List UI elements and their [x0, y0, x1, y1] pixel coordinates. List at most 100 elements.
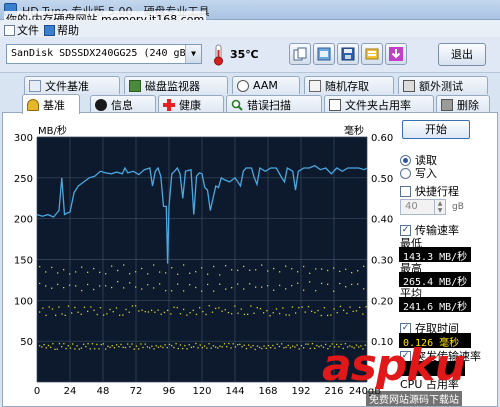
access-time-dot [171, 267, 173, 269]
access-time-dot [219, 283, 221, 285]
access-time-dot [207, 283, 209, 286]
tab-benchmark[interactable]: 基准 [22, 94, 80, 114]
y2-tick-label: 0.40 [371, 215, 393, 226]
access-time-dot [199, 344, 201, 346]
short-stroke-stepper[interactable]: 40 ▲ ▼ [400, 199, 446, 215]
access-time-dot [123, 287, 125, 289]
access-time-dot [141, 288, 143, 290]
transfer-rate-check[interactable]: ✓ [400, 224, 411, 236]
access-time-dot [131, 343, 133, 345]
y-axis-ticks: 50 100 150 200 250 300 [14, 133, 33, 348]
y2-tick-label: 0.60 [371, 133, 393, 144]
short-stroke-check[interactable] [400, 185, 411, 197]
access-time-dot [159, 271, 161, 273]
access-time-dot [183, 308, 185, 311]
access-time-dot [282, 307, 284, 309]
access-time-dot [129, 282, 131, 284]
access-time-dot [309, 281, 311, 283]
access-time-dot [259, 346, 261, 349]
access-time-dot [42, 307, 44, 309]
access-time-dot [315, 268, 317, 270]
access-time-dot [252, 344, 254, 347]
access-time-dot [201, 290, 203, 292]
access-time-dot [248, 344, 250, 346]
access-time-dot [175, 343, 177, 345]
y2-tick-label: 0.50 [371, 174, 393, 185]
access-time-dot [321, 268, 323, 270]
access-time-dot [320, 314, 322, 317]
access-time-dot [186, 314, 188, 316]
access-time-dot [71, 312, 73, 314]
read-radio-dot[interactable] [400, 154, 411, 166]
access-time-dot [291, 306, 294, 308]
access-time-dot [87, 283, 89, 286]
access-time-dot [43, 343, 45, 346]
access-time-check[interactable]: ✓ [400, 322, 411, 334]
access-time-dot [339, 270, 341, 273]
access-time-dot [228, 342, 230, 345]
access-time-dot [183, 264, 185, 266]
access-time-dot [64, 314, 66, 316]
access-time-dot [149, 347, 151, 349]
access-time-dot [57, 272, 59, 274]
write-radio-dot[interactable] [400, 167, 411, 179]
access-time-dot [129, 346, 131, 348]
access-time-dot [199, 307, 201, 309]
access-time-dot [93, 309, 95, 311]
access-time-dot [363, 265, 365, 268]
stepper-arrows-icon[interactable]: ▲ ▼ [434, 200, 445, 214]
access-time-dot [225, 265, 227, 267]
access-time-dot [160, 345, 162, 347]
access-time-dot [142, 346, 144, 349]
access-time-dot [111, 286, 113, 289]
access-time-dot [192, 309, 194, 312]
access-time-dot [78, 348, 80, 350]
access-time-dot [275, 308, 278, 310]
access-time-dot [301, 306, 303, 308]
access-time-dot [321, 282, 323, 285]
access-time-dot [167, 309, 169, 312]
access-time-dot [333, 267, 335, 269]
access-time-dot [297, 282, 299, 284]
access-time-dot [113, 347, 116, 349]
access-time-dot [245, 347, 248, 350]
access-time-dot [115, 307, 118, 309]
access-time-dot [81, 266, 83, 268]
access-time-dot [288, 314, 290, 316]
access-time-dot [74, 348, 76, 350]
access-time-dot [141, 267, 143, 270]
access-time-dot [297, 271, 299, 273]
access-time-dot [39, 266, 41, 268]
y-axis-unit: MB/秒 [38, 124, 67, 137]
access-time-dot [109, 308, 111, 311]
access-time-dot [99, 271, 101, 273]
access-time-dot [287, 344, 289, 347]
access-time-dot [327, 283, 329, 286]
access-time-dot [117, 269, 119, 272]
access-time-dot [202, 310, 204, 313]
access-time-dot [285, 346, 287, 348]
access-time-dot [87, 271, 89, 273]
access-time-dot [276, 343, 278, 345]
access-time-dot [267, 344, 270, 347]
access-time-dot [111, 345, 113, 347]
access-time-dot [140, 343, 142, 345]
access-time-dot [304, 311, 306, 313]
access-time-dot [135, 271, 137, 273]
access-time-dot [349, 306, 351, 308]
start-button[interactable]: 开始 [402, 120, 470, 139]
access-time-dot [69, 347, 72, 349]
short-stroke-checkbox[interactable]: 快捷行程 [400, 183, 459, 199]
x-tick-label: 192 [291, 386, 310, 397]
access-time-dot [274, 347, 276, 349]
access-time-dot [52, 343, 54, 345]
access-time-dot [215, 307, 217, 310]
access-time-dot [47, 344, 50, 347]
x-tick-label: 144 [225, 386, 244, 397]
access-time-dot [237, 344, 239, 346]
write-radio[interactable]: 写入 [400, 165, 437, 181]
access-time-dot [223, 343, 226, 345]
access-time-dot [221, 310, 223, 312]
access-time-dot [155, 345, 157, 347]
access-time-dot [93, 267, 95, 270]
